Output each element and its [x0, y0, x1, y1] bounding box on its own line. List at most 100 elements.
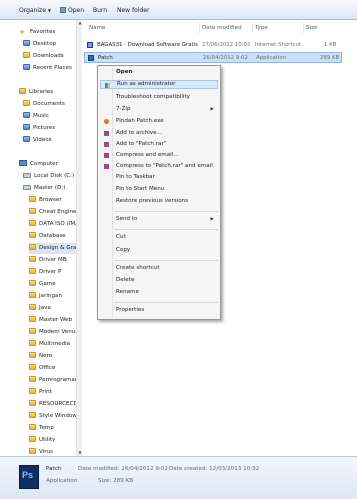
- nav-folder[interactable]: Driver MB: [29, 255, 67, 266]
- nav-folder-label: Driver MB: [39, 257, 67, 263]
- menu-7zip[interactable]: 7-Zip ▶: [100, 105, 218, 114]
- nav-folder[interactable]: Database: [29, 231, 66, 242]
- menu-label: Compress and email...: [116, 152, 179, 158]
- nav-folder[interactable]: Modem Venus: [29, 327, 76, 338]
- nav-folder[interactable]: Design & Grafis: [29, 243, 76, 254]
- menu-label: Add to "Patch.rar": [116, 141, 167, 147]
- file-name: Patch: [98, 55, 113, 61]
- nav-folder[interactable]: Virus: [29, 447, 53, 456]
- file-name: BAGAS31 - Download Software Gratis: [97, 42, 198, 48]
- folder-icon: [29, 340, 36, 346]
- column-name[interactable]: Name: [89, 25, 106, 31]
- menu-compress-and-email[interactable]: Compress and email...: [100, 151, 218, 160]
- nav-folder[interactable]: Print: [29, 387, 52, 398]
- nav-folder[interactable]: Nero: [29, 351, 52, 362]
- drive-icon: [23, 173, 31, 178]
- nav-local-disk[interactable]: Local Disk (C:): [23, 171, 74, 182]
- nav-folder-label: Java: [39, 305, 51, 311]
- nav-recent-places[interactable]: Recent Places: [23, 63, 72, 74]
- nav-downloads[interactable]: Downloads: [23, 51, 64, 62]
- nav-folder-label: DATA ISO (IMA: [39, 221, 76, 227]
- nav-folder[interactable]: Cheat Engine 6: [29, 207, 76, 218]
- folder-icon: [29, 232, 36, 238]
- menu-create-shortcut[interactable]: Create shortcut: [100, 264, 218, 273]
- column-divider[interactable]: [303, 23, 304, 33]
- file-row-patch[interactable]: Patch 26/04/2012 9:02 Application 289 KB: [84, 52, 342, 63]
- nav-folder[interactable]: Utility: [29, 435, 55, 446]
- menu-separator: [114, 302, 218, 303]
- nav-favorites[interactable]: ★ Favorites: [19, 27, 55, 38]
- column-divider[interactable]: [199, 23, 200, 33]
- details-date-modified: Date modified: 26/04/2012 9:02: [78, 466, 168, 472]
- nav-folder[interactable]: Multimedia: [29, 339, 70, 350]
- file-size: 289 KB: [320, 55, 340, 61]
- pindah-icon: [104, 119, 109, 124]
- details-file-name: Patch: [46, 466, 62, 472]
- details-size: Size: 289 KB: [98, 478, 134, 484]
- menu-separator: [114, 229, 218, 230]
- burn-button[interactable]: Burn: [93, 7, 107, 15]
- menu-rename[interactable]: Rename: [100, 288, 218, 297]
- menu-copy[interactable]: Copy: [100, 246, 218, 255]
- nav-master-drive[interactable]: Master (D:): [23, 183, 65, 194]
- column-divider[interactable]: [252, 23, 253, 33]
- nav-folder[interactable]: Style Windows: [29, 411, 76, 422]
- menu-separator: [114, 260, 218, 261]
- nav-folder-label: Print: [39, 389, 52, 395]
- open-button[interactable]: Open: [60, 7, 84, 15]
- nav-folder[interactable]: Temp: [29, 423, 54, 434]
- nav-folder[interactable]: Java: [29, 303, 51, 314]
- nav-label: Downloads: [33, 53, 64, 59]
- nav-folder[interactable]: Pemrograman: [29, 375, 76, 386]
- nav-folder[interactable]: DATA ISO (IMA: [29, 219, 76, 230]
- nav-folder[interactable]: Driver P: [29, 267, 61, 278]
- folder-icon: [29, 280, 36, 286]
- nav-folder-label: Nero: [39, 353, 53, 359]
- menu-troubleshoot-compatibility[interactable]: Troubleshoot compatibility: [100, 93, 218, 102]
- new-folder-button[interactable]: New folder: [117, 7, 149, 15]
- nav-desktop[interactable]: Desktop: [23, 39, 56, 50]
- menu-label: Send to: [116, 216, 138, 222]
- menu-open[interactable]: Open: [100, 68, 218, 77]
- nav-pictures[interactable]: Pictures: [23, 123, 55, 134]
- nav-label: Documents: [33, 101, 65, 107]
- folder-icon: [29, 448, 36, 454]
- nav-folder[interactable]: Game: [29, 279, 56, 290]
- nav-folder[interactable]: Jaringan: [29, 291, 62, 302]
- menu-pin-to-taskbar[interactable]: Pin to Taskbar: [100, 173, 218, 182]
- nav-folder-label: Office: [39, 365, 56, 371]
- nav-folder[interactable]: Office: [29, 363, 55, 374]
- column-type[interactable]: Type: [255, 25, 268, 31]
- file-row-bagas31[interactable]: BAGAS31 - Download Software Gratis 27/06…: [84, 40, 342, 51]
- nav-computer[interactable]: Computer: [19, 159, 58, 170]
- nav-label: Favorites: [30, 29, 56, 35]
- menu-compress-rar-and-email[interactable]: Compress to "Patch.rar" and email: [100, 162, 218, 171]
- menu-add-to-archive[interactable]: Add to archive...: [100, 129, 218, 138]
- nav-music[interactable]: Music: [23, 111, 49, 122]
- menu-pin-to-start-menu[interactable]: Pin to Start Menu: [100, 185, 218, 194]
- menu-send-to[interactable]: Send to ▶: [100, 215, 218, 224]
- column-size[interactable]: Size: [306, 25, 317, 31]
- nav-folder[interactable]: RESOURCECD (: [29, 399, 76, 410]
- menu-delete[interactable]: Delete: [100, 276, 218, 285]
- folder-icon: [29, 436, 36, 442]
- file-date: 26/04/2012 9:02: [203, 55, 248, 61]
- nav-folder[interactable]: Browser: [29, 195, 62, 206]
- folder-icon: [29, 196, 36, 202]
- nav-folder[interactable]: Master Web: [29, 315, 72, 326]
- menu-properties[interactable]: Properties: [100, 306, 218, 315]
- folder-icon: [29, 352, 36, 358]
- column-date-modified[interactable]: Date modified: [202, 25, 242, 31]
- nav-videos[interactable]: Videos: [23, 135, 52, 146]
- nav-folder-label: Design & Grafis: [39, 245, 76, 251]
- organize-button[interactable]: Organize ▼: [19, 7, 51, 15]
- menu-run-as-administrator[interactable]: Run as administrator: [100, 80, 218, 89]
- menu-cut[interactable]: Cut: [100, 233, 218, 242]
- nav-documents[interactable]: Documents: [23, 99, 65, 110]
- menu-pindah-patch[interactable]: Pindah Patch.exe: [100, 117, 218, 126]
- menu-add-to-patch-rar[interactable]: Add to "Patch.rar": [100, 140, 218, 149]
- context-menu: Open Run as administrator Troubleshoot c…: [97, 65, 221, 320]
- folder-icon: [29, 364, 36, 370]
- menu-restore-previous-versions[interactable]: Restore previous versions: [100, 197, 218, 206]
- nav-libraries[interactable]: Libraries: [19, 87, 53, 98]
